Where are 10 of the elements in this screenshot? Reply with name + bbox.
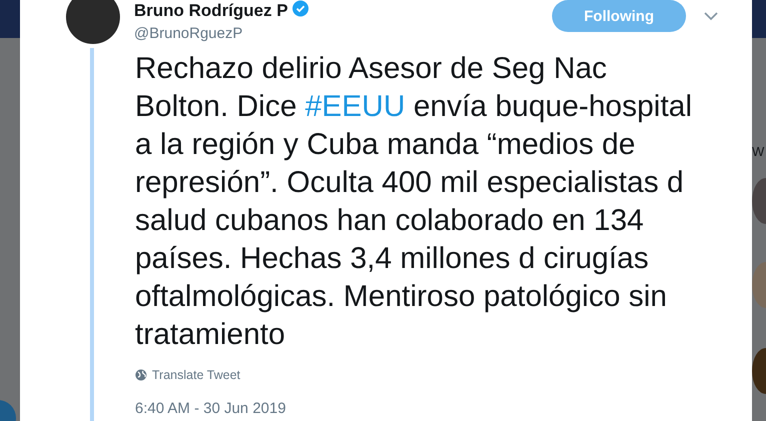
profile-photo[interactable] <box>66 0 120 44</box>
sidebar-heading: W <box>752 143 764 161</box>
hashtag-link[interactable]: #EEUU <box>305 90 406 123</box>
author-name[interactable]: Bruno Rodríguez P <box>134 2 288 20</box>
tweet-text: Rechazo delirio Asesor de Seg Nac Bolton. Dice #EEUU envía buque-hospital a la región y Cuba manda “medios de represión”. Oculta 400 mil especialistas d salud cubanos han colaborado en 134 países. Hechas 3,4 millones d cirugías oftalmológicas. Mentiroso patológico sin tratamiento <box>135 51 694 353</box>
tweet-timestamp[interactable]: 6:40 AM - 30 Jun 2019 <box>135 400 697 417</box>
translate-link[interactable]: Translate Tweet <box>152 368 240 382</box>
globe-icon[interactable] <box>135 369 147 381</box>
chevron-icon[interactable] <box>704 12 718 21</box>
author-handle[interactable]: @BrunoRguezP <box>134 25 309 42</box>
